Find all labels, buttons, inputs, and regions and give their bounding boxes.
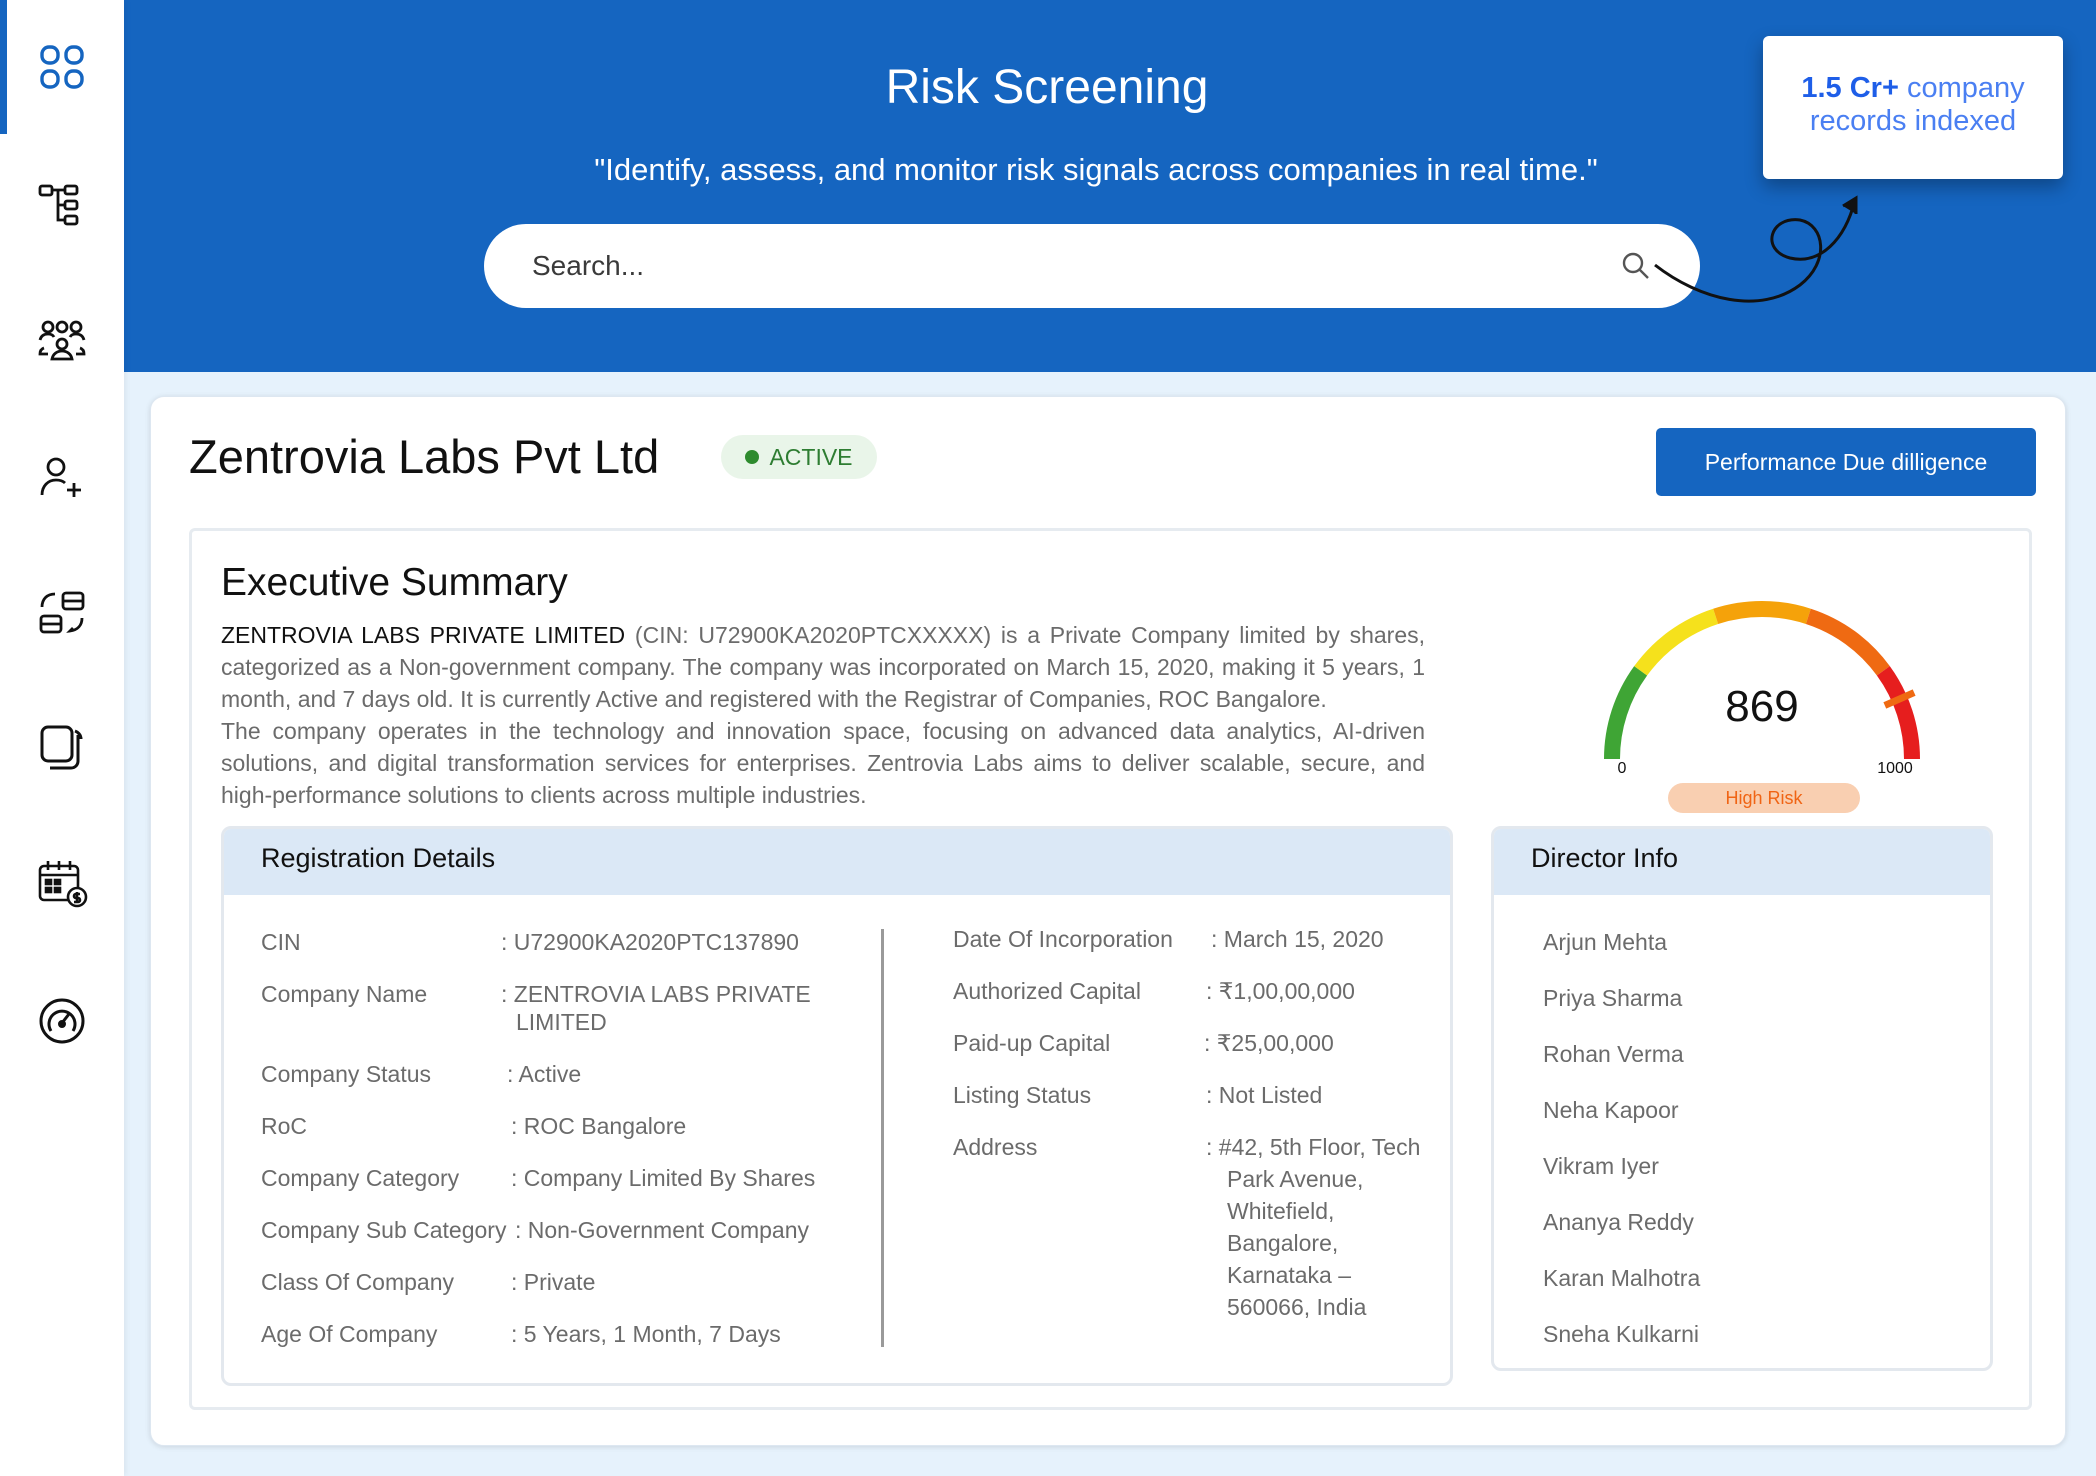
page-title: Risk Screening [885, 61, 1209, 114]
reg-label: Company Status [261, 1061, 432, 1087]
executive-summary-panel: Executive Summary ZENTROVIA LABS PRIVATE… [189, 528, 2032, 1410]
reg-value: : ZENTROVIA LABS PRIVATE [501, 981, 811, 1007]
sidebar [0, 0, 124, 1476]
address-line: Park Avenue, [1227, 1166, 1364, 1192]
sidebar-item-documents[interactable] [0, 702, 124, 792]
reg-value-continued: LIMITED [516, 1009, 607, 1035]
gauge-max-label: 1000 [1877, 760, 1913, 777]
executive-summary-title: Executive Summary [221, 561, 568, 604]
records-count: 1.5 Cr+ [1801, 72, 1899, 104]
sidebar-item-speedometer[interactable] [0, 976, 124, 1066]
reg-value: : U72900KA2020PTC137890 [501, 929, 799, 955]
summary-company-name: ZENTROVIA LABS PRIVATE LIMITED [221, 622, 626, 648]
sidebar-item-hierarchy[interactable] [0, 160, 124, 250]
registration-divider [881, 929, 884, 1347]
company-card: Zentrovia Labs Pvt Ltd ACTIVE Performanc… [150, 396, 2066, 1446]
search-input[interactable] [532, 250, 1620, 282]
reg-label: Company Name [261, 981, 428, 1007]
reg-label: Age Of Company [261, 1321, 438, 1347]
director-name: Karan Malhotra [1543, 1265, 1701, 1291]
director-name: Rohan Verma [1543, 1041, 1684, 1067]
status-text: ACTIVE [769, 443, 853, 470]
gauge-segment [1713, 601, 1811, 624]
gauge-segment [1805, 608, 1890, 676]
reg-value: : #42, 5th Floor, Tech [1206, 1134, 1421, 1160]
director-name: Vikram Iyer [1543, 1153, 1659, 1179]
performance-due-diligence-button[interactable]: Performance Due dilligence [1656, 428, 2036, 496]
reg-value: : Non-Government Company [515, 1217, 810, 1243]
reg-label: Authorized Capital [953, 978, 1141, 1004]
records-label-2: records indexed [1809, 105, 2017, 137]
add-user-icon [40, 457, 81, 497]
reg-value: : ROC Bangalore [511, 1113, 687, 1139]
reg-label: RoC [261, 1113, 308, 1139]
users-group-icon [38, 320, 86, 361]
reg-label: Company Category [261, 1165, 460, 1191]
reg-value: : March 15, 2020 [1211, 926, 1384, 952]
reg-label: Date Of Incorporation [953, 926, 1173, 952]
gauge-min-label: 0 [1618, 760, 1627, 777]
reg-label: Paid-up Capital [953, 1030, 1111, 1056]
reg-value: : ₹1,00,00,000 [1206, 978, 1355, 1004]
reg-value: : Company Limited By Shares [511, 1165, 816, 1191]
reg-label: CIN [261, 929, 301, 955]
status-badge: ACTIVE [721, 435, 877, 479]
sidebar-item-users-group[interactable] [0, 296, 124, 386]
reg-label: Class Of Company [261, 1269, 455, 1295]
gauge-segment [1634, 608, 1719, 676]
documents-icon [40, 725, 83, 770]
status-dot [745, 450, 760, 464]
company-name: Zentrovia Labs Pvt Ltd [189, 430, 660, 483]
director-name: Priya Sharma [1543, 985, 1683, 1011]
risk-label: High Risk [1725, 788, 1803, 808]
sidebar-item-dashboard[interactable] [0, 22, 124, 112]
reg-value: : 5 Years, 1 Month, 7 Days [511, 1321, 781, 1347]
reg-label: Company Sub Category [261, 1217, 507, 1243]
reg-value: : Private [511, 1269, 596, 1295]
sidebar-item-workflow[interactable] [0, 568, 124, 658]
reg-value: : Active [507, 1061, 582, 1087]
speedometer-icon [39, 998, 85, 1044]
director-info-panel: Director Info Arjun Mehta Priya Sharma R… [1491, 826, 1993, 1371]
director-name: Sneha Kulkarni [1543, 1321, 1699, 1347]
summary-paragraph-2: The company operates in the technology a… [221, 718, 1425, 808]
reg-value: : ₹25,00,000 [1204, 1030, 1334, 1056]
director-name: Ananya Reddy [1543, 1209, 1694, 1235]
address-line: Whitefield, [1227, 1198, 1335, 1224]
address-line: Bangalore, [1227, 1230, 1339, 1256]
director-name: Neha Kapoor [1543, 1097, 1679, 1123]
director-info-title: Director Info [1494, 829, 1990, 895]
address-line: Karnataka – [1227, 1262, 1352, 1288]
registration-details-title: Registration Details [224, 829, 1450, 895]
records-callout: 1.5 Cr+ company records indexed [1763, 36, 2063, 179]
hierarchy-icon [38, 184, 79, 226]
reg-label: Address [953, 1134, 1038, 1160]
callout-arrow [1654, 195, 1858, 303]
address-line: 560066, India [1227, 1294, 1367, 1320]
records-label-1: company [1898, 72, 2025, 104]
director-name: Arjun Mehta [1543, 929, 1668, 955]
dashboard-icon [40, 45, 84, 89]
risk-score: 869 [1725, 682, 1798, 731]
calendar-billing-icon [38, 861, 88, 908]
reg-label: Listing Status [953, 1082, 1092, 1108]
registration-details-panel: Registration Details CIN : U72900KA2020P… [221, 826, 1453, 1386]
sidebar-item-calendar-billing[interactable] [0, 838, 124, 928]
workflow-icon [39, 591, 85, 634]
gauge-segment [1876, 666, 1920, 760]
reg-value: : Not Listed [1206, 1082, 1323, 1108]
executive-summary-text: ZENTROVIA LABS PRIVATE LIMITED (CIN: U72… [221, 619, 1425, 811]
gauge-segment [1604, 666, 1648, 760]
search-bar[interactable] [484, 224, 1700, 308]
sidebar-item-add-user[interactable] [0, 432, 124, 522]
